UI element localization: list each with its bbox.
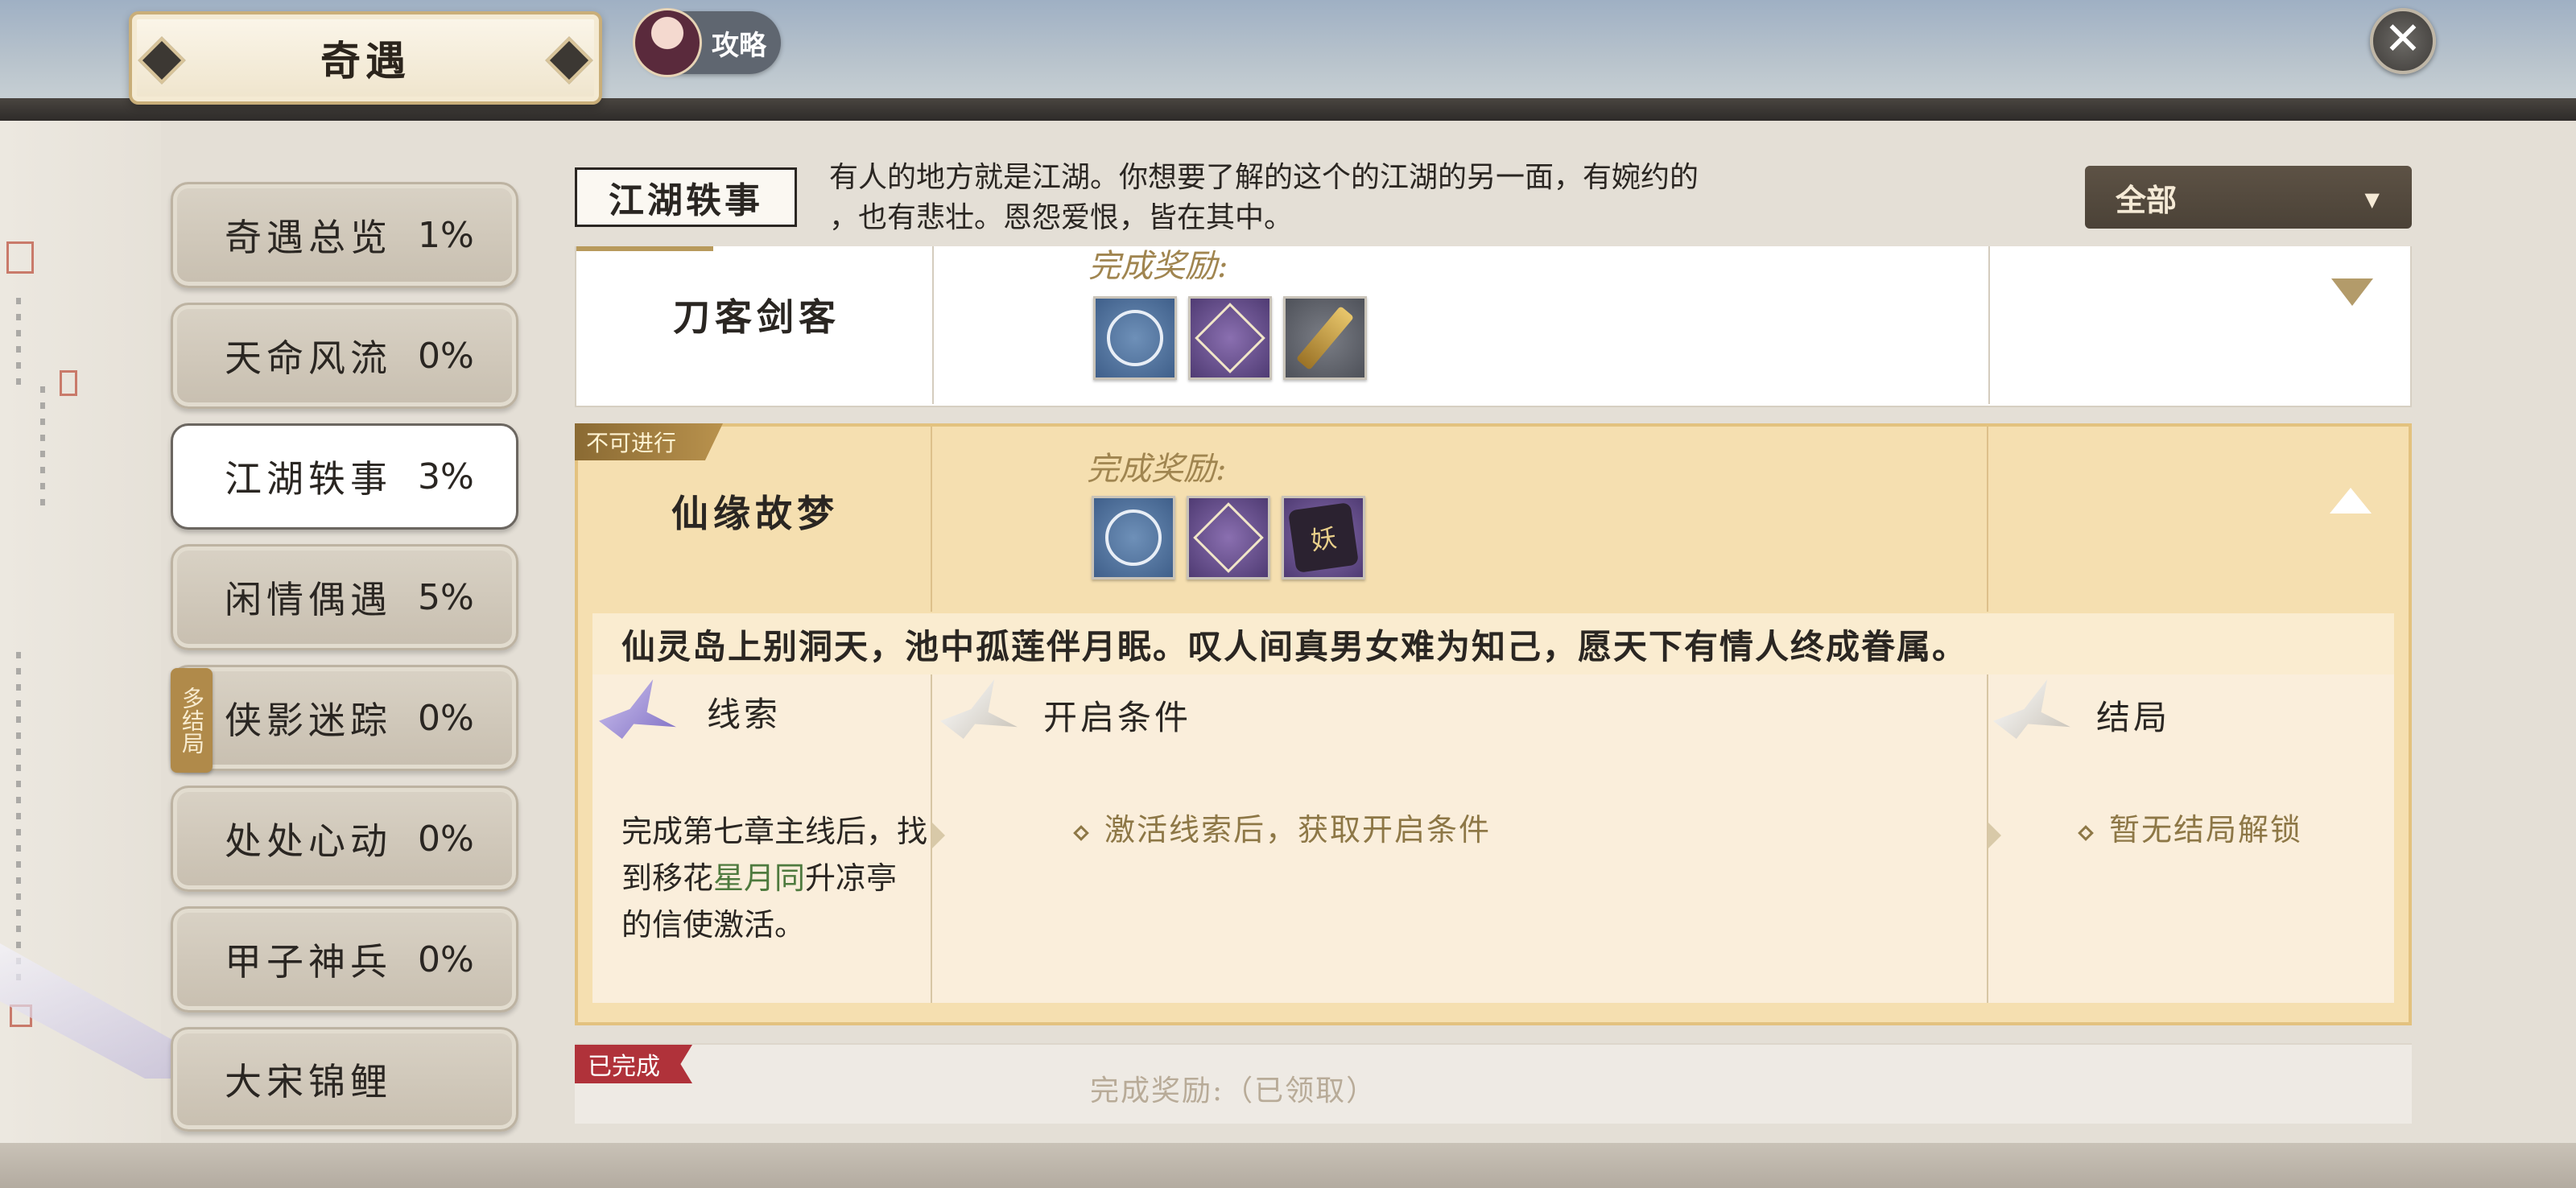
- sidebar-item-xianqing[interactable]: 闲情偶遇 5%: [171, 544, 518, 650]
- sidebar-item-tianming[interactable]: 天命风流 0%: [171, 303, 518, 409]
- quest-name: 仙缘故梦: [671, 492, 839, 535]
- paper-crane-icon: [940, 679, 1018, 739]
- calligraphy-decor: [40, 386, 45, 515]
- ending-item: 暂无结局解锁: [2078, 805, 2303, 849]
- sidebar-item-label: 大宋锦鲤: [225, 1060, 392, 1103]
- quest-card-expanded[interactable]: 不可进行 仙缘故梦 完成奖励: 妖 仙灵岛上别洞天，池中孤莲伴月眠。叹人间真男女…: [575, 423, 2412, 1025]
- ending-text: 暂无结局解锁: [2109, 812, 2303, 848]
- bottom-edge: [0, 1143, 2576, 1188]
- blue-orb-icon[interactable]: [1093, 296, 1177, 380]
- completed-tag: 已完成: [575, 1045, 692, 1083]
- guide-label: 攻略: [712, 29, 766, 62]
- sidebar-item-percent: 0%: [418, 938, 474, 980]
- gold-scroll-icon[interactable]: [1283, 296, 1367, 380]
- sidebar-item-percent: 0%: [418, 818, 474, 860]
- seal-stamp-icon: [6, 241, 34, 274]
- diamond-bullet-icon: [1073, 824, 1089, 841]
- left-decoration: [0, 121, 242, 1188]
- column-divider: [931, 427, 932, 612]
- quest-name: 刀客剑客: [673, 295, 840, 339]
- column-divider: [1987, 427, 1988, 612]
- reward-label: 完成奖励:（已领取）: [1090, 1075, 1377, 1108]
- sidebar-item-jiazi[interactable]: 甲子神兵 0%: [171, 906, 518, 1013]
- reward-label: 完成奖励:: [1088, 248, 1228, 285]
- diamond-bullet-icon: [2078, 824, 2094, 841]
- clue-text-part: 。: [774, 907, 806, 943]
- condition-text: 激活线索后，获取开启条件: [1104, 812, 1492, 848]
- chevron-right-icon: [1988, 823, 2001, 848]
- sidebar-item-percent: 3%: [418, 456, 474, 497]
- guide-avatar-icon: [633, 8, 702, 77]
- condition-item: 激活线索后，获取开启条件: [1073, 805, 1492, 849]
- seal-stamp-icon: [60, 370, 77, 396]
- ornament-right-icon: [545, 36, 593, 85]
- clue-text: 完成第七章主线后，找到移花星月同升凉亭的信使激活。: [621, 808, 927, 948]
- sidebar-item-xiaying[interactable]: 侠影迷踪 0%: [171, 665, 518, 771]
- sidebar-item-percent: 1%: [418, 214, 474, 256]
- close-button[interactable]: ✕: [2370, 8, 2436, 74]
- column-divider: [1988, 246, 1990, 404]
- blue-orb-icon[interactable]: [1092, 496, 1175, 580]
- sidebar-item-xindong[interactable]: 处处心动 0%: [171, 786, 518, 892]
- quest-card[interactable]: 刀客剑客 完成奖励:: [575, 246, 2412, 407]
- collapse-arrow-icon[interactable]: [2330, 488, 2372, 514]
- clue-text-highlight: 星月同: [713, 860, 806, 896]
- calligraphy-decor: [16, 652, 21, 990]
- expand-arrow-icon[interactable]: [2331, 278, 2373, 306]
- chevron-down-icon: ▼: [2364, 188, 2380, 211]
- category-label: 江湖轶事: [575, 167, 797, 227]
- purple-token-icon[interactable]: 妖: [1282, 496, 1365, 580]
- category-description-line: 有人的地方就是江湖。你想要了解的这个的江湖的另一面，有婉约的: [829, 161, 1699, 194]
- sidebar-item-overview[interactable]: 奇遇总览 1%: [171, 182, 518, 288]
- quest-detail-panel: 线索 完成第七章主线后，找到移花星月同升凉亭的信使激活。 开启条件 激活线索后，…: [592, 674, 2394, 1003]
- locked-tag: 不可进行: [575, 423, 723, 460]
- ending-heading: 结局: [2096, 698, 2171, 737]
- filter-selected-value: 全部: [2116, 181, 2178, 218]
- chevron-right-icon: [932, 823, 945, 848]
- ornament-left-icon: [138, 36, 186, 85]
- purple-token-icon[interactable]: [1188, 296, 1272, 380]
- quest-card[interactable]: 已完成 完成奖励:（已领取）: [575, 1043, 2412, 1124]
- quest-poem: 仙灵岛上别洞天，池中孤莲伴月眠。叹人间真男女难为知己，愿天下有情人终成眷属。: [592, 613, 2394, 674]
- sidebar-item-label: 闲情偶遇: [225, 578, 392, 621]
- purple-token-icon[interactable]: [1187, 496, 1270, 580]
- filter-dropdown[interactable]: 全部 ▼: [2085, 166, 2412, 229]
- category-description-line: ，也有悲壮。恩怨爱恨，皆在其中。: [829, 201, 1294, 234]
- sidebar-item-label: 天命风流: [225, 336, 392, 380]
- sidebar-item-jianghu[interactable]: 江湖轶事 3%: [171, 423, 518, 530]
- paper-crane-icon: [599, 679, 676, 739]
- page-title: 奇遇: [320, 37, 411, 85]
- sidebar-item-label: 甲子神兵: [225, 940, 392, 984]
- guide-button[interactable]: 攻略: [633, 8, 781, 77]
- calligraphy-decor: [16, 298, 21, 394]
- column-divider: [932, 246, 934, 404]
- clue-heading: 线索: [707, 695, 782, 734]
- reward-char: 妖: [1287, 501, 1360, 574]
- multi-ending-badge: 多结局: [171, 668, 213, 773]
- sidebar-item-percent: 0%: [418, 335, 474, 377]
- category-description: 有人的地方就是江湖。你想要了解的这个的江湖的另一面，有婉约的 ，也有悲壮。恩怨爱…: [829, 158, 1811, 238]
- sidebar-item-label: 侠影迷踪: [225, 699, 392, 742]
- page-title-tab: 奇遇: [129, 11, 602, 105]
- condition-heading: 开启条件: [1043, 698, 1192, 737]
- sidebar-item-jinli[interactable]: 大宋锦鲤: [171, 1027, 518, 1132]
- paper-crane-icon: [1993, 679, 2070, 739]
- sidebar-item-label: 江湖轶事: [225, 457, 392, 501]
- quest-list[interactable]: 刀客剑客 完成奖励: 不可进行 仙缘故梦 完成奖励: 妖 仙灵岛上别洞天，池中孤…: [575, 246, 2412, 1124]
- sidebar-item-percent: 0%: [418, 697, 474, 739]
- sidebar-item-label: 奇遇总览: [225, 216, 392, 259]
- sidebar-item-label: 处处心动: [225, 819, 392, 863]
- reward-label: 完成奖励:: [1087, 451, 1227, 488]
- sidebar-item-percent: 5%: [418, 576, 474, 618]
